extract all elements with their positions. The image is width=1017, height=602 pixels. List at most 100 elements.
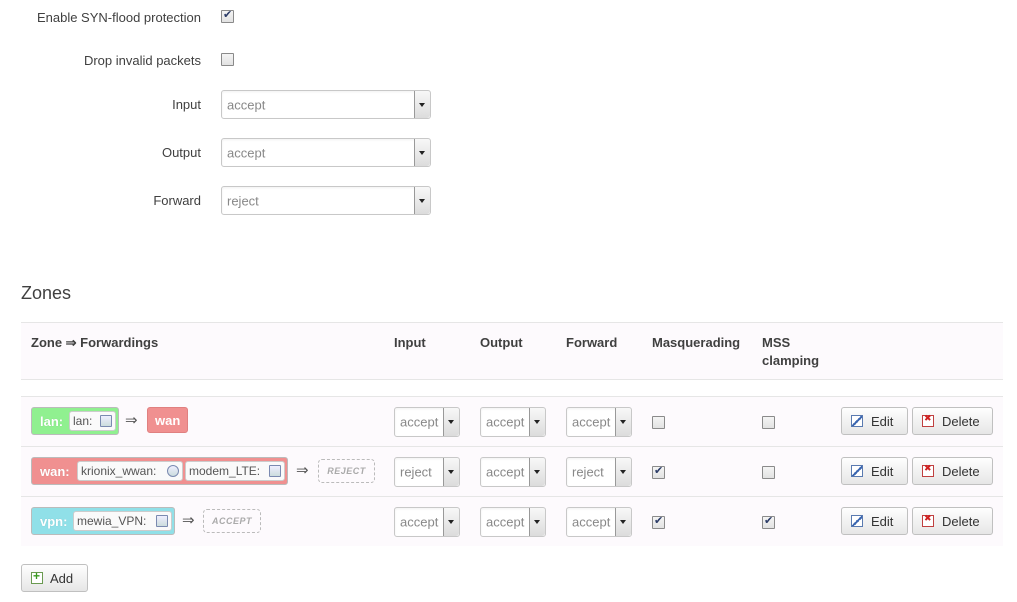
forward-arrow-icon: ⇒	[296, 461, 309, 479]
chevron-down-icon	[443, 458, 459, 486]
zone-name: lan:	[40, 414, 64, 429]
select-value: accept	[486, 464, 525, 480]
select-value: accept	[572, 514, 611, 530]
row-output-select[interactable]: accept	[480, 507, 546, 537]
table-row: wan: krionix_wwan: modem_LTE: ⇒ REJECT r…	[21, 446, 1003, 496]
edit-icon	[851, 465, 863, 477]
forward-policy-badge: ACCEPT	[203, 509, 261, 533]
select-value: accept	[486, 514, 525, 530]
zone-name: wan:	[40, 464, 70, 479]
network-icon	[269, 465, 281, 477]
wireless-icon	[167, 465, 179, 477]
select-value: accept	[572, 414, 611, 430]
chevron-down-icon	[615, 408, 631, 436]
chevron-down-icon	[615, 458, 631, 486]
output-policy-value: accept	[227, 145, 266, 160]
forward-policy-label: Forward	[153, 193, 201, 208]
row-forward-select[interactable]: reject	[566, 457, 632, 487]
delete-label: Delete	[942, 514, 980, 529]
zone-badge-lan: lan: lan:	[31, 407, 119, 435]
chevron-down-icon	[615, 508, 631, 536]
add-zone-button[interactable]: Add	[21, 564, 88, 592]
masquerading-checkbox[interactable]	[652, 514, 665, 529]
delete-label: Delete	[942, 414, 980, 429]
chevron-down-icon	[529, 458, 545, 486]
output-policy-label: Output	[161, 145, 201, 160]
delete-icon	[922, 514, 934, 527]
delete-label: Delete	[942, 464, 980, 479]
device-chip: lan:	[69, 411, 116, 431]
chevron-down-icon	[529, 408, 545, 436]
chevron-down-icon	[414, 91, 430, 118]
delete-button[interactable]: Delete	[912, 457, 993, 485]
forward-policy-select[interactable]: reject	[221, 186, 431, 215]
select-value: reject	[400, 464, 432, 480]
network-icon	[100, 415, 112, 427]
delete-button[interactable]: Delete	[912, 407, 993, 435]
select-value: accept	[400, 414, 439, 430]
masquerading-checkbox[interactable]	[652, 416, 665, 429]
output-policy-select[interactable]: accept	[221, 138, 431, 167]
forward-arrow-icon: ⇒	[125, 411, 138, 429]
row-input-select[interactable]: accept	[394, 507, 460, 537]
row-output-select[interactable]: accept	[480, 407, 546, 437]
input-policy-value: accept	[227, 97, 266, 112]
row-input-select[interactable]: reject	[394, 457, 460, 487]
drop-invalid-checkbox[interactable]	[221, 53, 234, 66]
syn-flood-checkbox[interactable]	[221, 8, 234, 23]
delete-button[interactable]: Delete	[912, 507, 993, 535]
mss-clamping-checkbox[interactable]	[762, 416, 775, 429]
table-row: lan: lan: ⇒ wan accept accept accept Edi…	[21, 396, 1003, 446]
forward-policy-badge: REJECT	[318, 459, 375, 483]
forward-policy-value: reject	[227, 193, 259, 208]
syn-flood-label: Enable SYN-flood protection	[36, 10, 201, 25]
delete-icon	[922, 464, 934, 477]
zones-table-header: Zone ⇒ Forwardings Input Output Forward …	[21, 322, 1003, 380]
edit-label: Edit	[871, 414, 894, 429]
input-policy-select[interactable]: accept	[221, 90, 431, 119]
forward-target-wan: wan	[147, 407, 189, 433]
zone-name: vpn:	[40, 514, 68, 529]
device-chip: modem_LTE:	[185, 461, 285, 481]
edit-button[interactable]: Edit	[841, 457, 908, 485]
col-output: Output	[480, 335, 523, 350]
row-output-select[interactable]: accept	[480, 457, 546, 487]
input-policy-label: Input	[172, 97, 201, 112]
table-row: vpn: mewia_VPN: ⇒ ACCEPT accept accept a…	[21, 496, 1003, 546]
device-chip: mewia_VPN:	[73, 511, 172, 531]
edit-label: Edit	[871, 464, 894, 479]
device-chip: krionix_wwan:	[77, 461, 183, 481]
chevron-down-icon	[414, 139, 430, 166]
zones-heading: Zones	[21, 283, 72, 303]
edit-icon	[851, 515, 863, 527]
row-input-select[interactable]: accept	[394, 407, 460, 437]
edit-button[interactable]: Edit	[841, 507, 908, 535]
edit-label: Edit	[871, 514, 894, 529]
select-value: accept	[400, 514, 439, 530]
col-forward: Forward	[566, 335, 618, 350]
drop-invalid-label: Drop invalid packets	[83, 53, 201, 68]
row-forward-select[interactable]: accept	[566, 507, 632, 537]
mss-clamping-checkbox[interactable]	[762, 466, 775, 479]
col-zone-forwardings: Zone ⇒ Forwardings	[31, 335, 159, 350]
zone-badge-wan: wan: krionix_wwan: modem_LTE:	[31, 457, 288, 485]
col-mss-clamping: MSS clamping	[762, 335, 820, 368]
select-value: reject	[572, 464, 604, 480]
edit-icon	[851, 415, 863, 427]
zone-badge-vpn: vpn: mewia_VPN:	[31, 507, 175, 535]
chevron-down-icon	[414, 187, 430, 214]
tunnel-icon	[156, 515, 168, 527]
col-input: Input	[394, 335, 426, 350]
masquerading-checkbox[interactable]	[652, 464, 665, 479]
chevron-down-icon	[443, 408, 459, 436]
row-forward-select[interactable]: accept	[566, 407, 632, 437]
chevron-down-icon	[443, 508, 459, 536]
mss-clamping-checkbox[interactable]	[762, 514, 775, 529]
forward-arrow-icon: ⇒	[182, 511, 195, 529]
edit-button[interactable]: Edit	[841, 407, 908, 435]
select-value: accept	[486, 414, 525, 430]
add-label: Add	[50, 571, 74, 586]
add-icon	[31, 569, 43, 584]
delete-icon	[922, 414, 934, 427]
chevron-down-icon	[529, 508, 545, 536]
